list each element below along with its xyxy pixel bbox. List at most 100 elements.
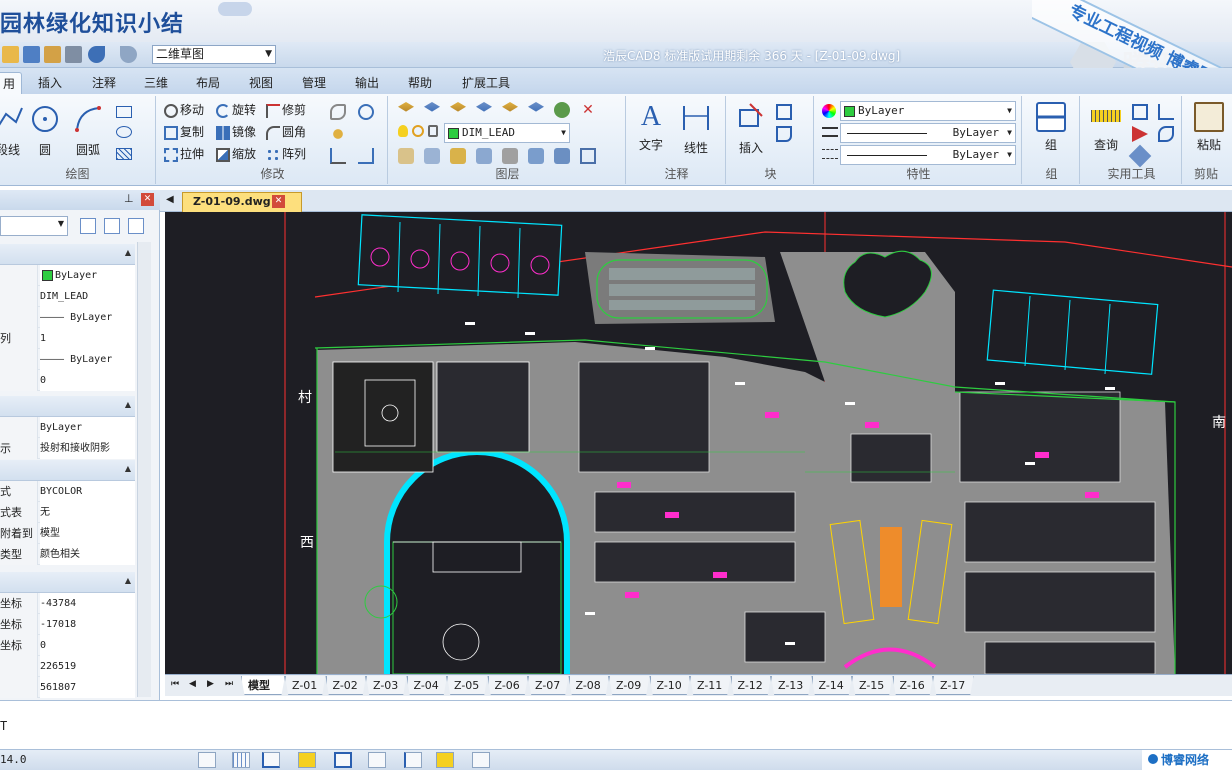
property-row[interactable]: ByLayer: [0, 265, 135, 286]
layer-lock-icon[interactable]: [450, 148, 466, 164]
layer-isolate-icon[interactable]: [502, 102, 518, 112]
close-panel-icon[interactable]: ✕: [141, 193, 154, 206]
section-view[interactable]: [0, 572, 135, 593]
quick-select-icon[interactable]: [1132, 104, 1148, 120]
property-value[interactable]: DIM_LEAD: [40, 286, 135, 307]
pin-icon[interactable]: ⊥: [124, 192, 134, 205]
prev-tab-icon[interactable]: ◀: [189, 679, 196, 689]
property-row[interactable]: 坐标 0: [0, 635, 135, 656]
layer-off-icon[interactable]: [528, 102, 544, 112]
layer-merge-icon[interactable]: [528, 148, 544, 164]
tab-layout[interactable]: 布局: [188, 72, 228, 94]
paste-button[interactable]: 粘贴: [1192, 102, 1226, 153]
last-tab-icon[interactable]: ⏭: [225, 679, 233, 689]
layout-tab[interactable]: Z-01: [285, 676, 326, 695]
close-document-icon[interactable]: ✕: [272, 195, 285, 208]
layer-walk-icon[interactable]: [554, 102, 570, 118]
layer-match-icon[interactable]: [450, 102, 466, 112]
property-value[interactable]: 561807: [40, 677, 135, 698]
edit-block-icon[interactable]: [776, 126, 792, 142]
text-button[interactable]: A 文字: [634, 102, 668, 153]
next-tab-icon[interactable]: ▶: [207, 679, 214, 689]
print-icon[interactable]: [65, 46, 82, 63]
layer-select[interactable]: DIM_LEAD ▼: [444, 123, 570, 143]
scale-button[interactable]: 缩放: [216, 144, 256, 164]
osnap-icon[interactable]: [334, 752, 352, 768]
layout-tab[interactable]: Z-15: [852, 676, 893, 695]
sun-icon[interactable]: [412, 125, 424, 137]
layout-tab[interactable]: Z-05: [447, 676, 488, 695]
stretch-button[interactable]: 拉伸: [164, 144, 204, 164]
lwt-icon[interactable]: [436, 752, 454, 768]
lineweight-select[interactable]: ByLayer ▼: [840, 145, 1016, 165]
tab-view[interactable]: 视图: [241, 72, 281, 94]
polyline-button[interactable]: 段线: [0, 104, 23, 158]
property-value[interactable]: ByLayer: [40, 265, 135, 286]
property-row[interactable]: ———— ByLayer: [0, 349, 135, 370]
layout-tab[interactable]: Z-08: [568, 676, 609, 695]
layer-translate-icon[interactable]: [580, 148, 596, 164]
layout-tab[interactable]: Z-07: [528, 676, 569, 695]
layer-properties-icon[interactable]: [398, 102, 414, 112]
otrack-icon[interactable]: [368, 752, 386, 768]
select-all-icon[interactable]: [1158, 104, 1174, 120]
layout-tab-model[interactable]: 模型: [241, 676, 285, 695]
layer-unlock-icon[interactable]: [476, 148, 492, 164]
create-block-icon[interactable]: [776, 104, 792, 120]
layout-tab[interactable]: Z-09: [609, 676, 650, 695]
redo-icon[interactable]: [120, 46, 137, 63]
property-row[interactable]: 坐标 -17018: [0, 614, 135, 635]
property-row[interactable]: 226519: [0, 656, 135, 677]
property-row[interactable]: ByLayer: [0, 417, 135, 438]
rectangle-icon[interactable]: [116, 106, 132, 118]
open-icon[interactable]: [2, 46, 19, 63]
tab-manage[interactable]: 管理: [294, 72, 334, 94]
copy-button[interactable]: 复制: [164, 122, 204, 142]
section-plot-style[interactable]: [0, 460, 135, 481]
layout-tab[interactable]: Z-06: [487, 676, 528, 695]
linear-dim-button[interactable]: 线性: [676, 102, 716, 156]
linetype-select[interactable]: ByLayer ▼: [840, 123, 1016, 143]
move-button[interactable]: 移动: [164, 100, 204, 120]
offset-icon[interactable]: [330, 148, 346, 164]
circle-button[interactable]: 圆: [28, 104, 62, 158]
erase-icon[interactable]: [330, 104, 346, 120]
grid-icon[interactable]: [232, 752, 250, 768]
properties-scrollbar[interactable]: [137, 242, 151, 697]
property-value[interactable]: ———— ByLayer: [40, 349, 135, 370]
property-row[interactable]: DIM_LEAD: [0, 286, 135, 307]
object-select[interactable]: ▼: [0, 216, 68, 236]
property-value[interactable]: -43784: [40, 593, 135, 614]
first-tab-icon[interactable]: ⏮: [171, 679, 179, 689]
fillet-button[interactable]: 圆角: [266, 122, 306, 142]
toggle-pickadd-icon[interactable]: [80, 218, 96, 234]
property-value[interactable]: -17018: [40, 614, 135, 635]
layer-delete-icon[interactable]: ✕: [580, 102, 596, 118]
property-value[interactable]: BYCOLOR: [40, 481, 135, 502]
section-general[interactable]: [0, 244, 135, 265]
property-value[interactable]: 投射和接收阴影: [40, 438, 135, 459]
rotate-button[interactable]: 旋转: [216, 100, 256, 120]
layout-tab[interactable]: Z-03: [366, 676, 407, 695]
tab-annotate[interactable]: 注释: [84, 72, 124, 94]
snap-icon[interactable]: [198, 752, 216, 768]
layout-tab[interactable]: Z-14: [811, 676, 852, 695]
mirror-button[interactable]: 镜像: [216, 122, 256, 142]
lightbulb-icon[interactable]: [398, 125, 408, 137]
tab-3d[interactable]: 三维: [136, 72, 176, 94]
property-value[interactable]: 无: [40, 502, 135, 523]
section-3d-visual[interactable]: [0, 396, 135, 417]
select-objects-icon[interactable]: [104, 218, 120, 234]
layer-copy-icon[interactable]: [502, 148, 518, 164]
drawing-canvas[interactable]: 西 村 南: [165, 212, 1232, 674]
layout-tab[interactable]: Z-11: [690, 676, 731, 695]
tab-output[interactable]: 输出: [347, 72, 387, 94]
break-icon[interactable]: [358, 148, 374, 164]
layout-tab[interactable]: Z-02: [325, 676, 366, 695]
join-icon[interactable]: [358, 104, 374, 120]
property-value[interactable]: 0: [40, 635, 135, 656]
property-value[interactable]: 226519: [40, 656, 135, 677]
saveas-icon[interactable]: [44, 46, 61, 63]
measure-button[interactable]: 查询: [1086, 102, 1126, 153]
layout-tab[interactable]: Z-04: [406, 676, 447, 695]
